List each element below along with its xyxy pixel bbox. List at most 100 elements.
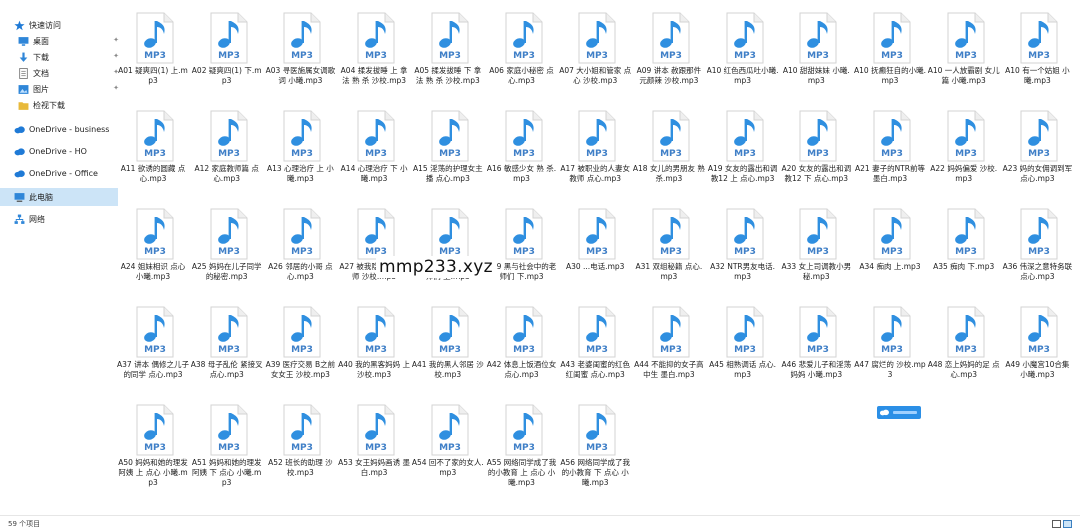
mp3-file-icon: MP3 [209,208,249,260]
file-item[interactable]: MP3 A53 女王妈妈画诱 墨白.mp3 [338,396,410,492]
file-item[interactable]: MP3 A10 红色西瓜吐小曦.mp3 [707,4,779,100]
file-item[interactable]: MP3 A27 被我隐心的女老师 沙校.mp3 [338,200,410,296]
file-item[interactable]: MP3 A42 体息上饭酒位女 点心.mp3 [486,298,558,394]
file-item[interactable]: MP3 A15 淫荡的护理女主播 点心.mp3 [412,102,484,198]
file-name: A34 痴肉 上.mp3 [859,262,921,271]
file-item[interactable]: MP3 A45 相熟调话 点心.mp3 [707,298,779,394]
file-name: A39 医疗交易 B之前女女王 沙校.mp3 [265,360,336,379]
file-item[interactable]: MP3 A41 我的黑人邻居 沙校.mp3 [412,298,484,394]
file-item[interactable]: MP3 A46 悲爱儿子和淫荡妈妈 小曦.mp3 [780,298,852,394]
file-item[interactable]: MP3 A01 疑爽四(1) 上.mp3 [117,4,189,100]
file-item[interactable]: MP3 A10 一人放霸剧 女儿篇 小曦.mp3 [928,4,1000,100]
nav-item-6[interactable]: OneDrive - business [0,120,118,138]
file-item[interactable]: MP3 A54 回不了家的女人.mp3 [412,396,484,492]
nav-item-label: 网络 [29,214,45,224]
mp3-badge-text: MP3 [955,51,977,61]
file-item[interactable]: MP3 A02 疑爽四(1) 下.mp3 [191,4,263,100]
file-item[interactable]: MP3 A32 NTR男友电话.mp3 [707,200,779,296]
mp3-file-icon: MP3 [135,404,175,456]
file-item[interactable]: MP3 A50 妈妈和她的理发阿姨 上 点心 小曦.mp3 [117,396,189,492]
file-item[interactable]: MP3 A48 恋上妈妈的足 点心.mp3 [928,298,1000,394]
mp3-file-icon: MP3 [798,306,838,358]
details-view-button[interactable] [1052,520,1061,528]
file-item[interactable]: MP3 A10 甜甜妹妹 小曦.mp3 [780,4,852,100]
mp3-badge-text: MP3 [218,247,240,257]
file-item[interactable]: MP3 A51 妈妈和她的理发阿姨 下 点心 小曦.mp3 [191,396,263,492]
file-item[interactable]: MP3 A47 腐烂的 沙校.mp3 [854,298,926,394]
nav-item-8[interactable]: OneDrive - Office [0,164,118,182]
file-name: A37 讲本 偶修之儿子的同学 点心.mp3 [117,360,189,379]
file-item[interactable]: MP3 A36 伟深之意特务联点心.mp3 [1001,200,1073,296]
mp3-badge-text: MP3 [586,149,608,159]
file-item[interactable]: MP3 A04 揉发拔睡 上 拿法 熟 杀 沙校.mp3 [338,4,410,100]
file-item[interactable]: MP3 A03 寻医施属女调歌词 小曦.mp3 [264,4,336,100]
file-item[interactable]: MP3 A56 网络同学成了我的小教育 下 点心 小曦.mp3 [559,396,631,492]
mp3-file-icon: MP3 [504,208,544,260]
file-name: A52 班长的助理 沙校.mp3 [268,458,333,477]
mp3-badge-text: MP3 [365,443,387,453]
mp3-file-icon: MP3 [577,12,617,64]
file-item[interactable]: MP3 A34 痴肉 上.mp3 [854,200,926,296]
file-item[interactable]: MP3 A44 不能抑的女子高中生 墨白.mp3 [633,298,705,394]
large-icons-view-button[interactable] [1063,520,1072,528]
nav-item-10[interactable]: 网络 [0,210,118,228]
mp3-badge-text: MP3 [513,51,535,61]
file-item[interactable]: MP3 A19 女友的露出和调教12 上 点心.mp3 [707,102,779,198]
file-item[interactable]: MP3 A49 小魔宫10合集 小曦.mp3 [1001,298,1073,394]
mp3-file-icon: MP3 [209,12,249,64]
file-item[interactable]: MP3 A33 女上司调教小男秘.mp3 [780,200,852,296]
floating-cloud-button[interactable] [877,406,921,419]
file-item[interactable]: MP3 A31 双组秘籍 点心.mp3 [633,200,705,296]
file-item[interactable]: MP3 A30 ...电话.mp3 [559,200,631,296]
mp3-badge-text: MP3 [807,345,829,355]
file-item[interactable]: MP3 A22 妈妈偏爱 沙校.mp3 [928,102,1000,198]
file-item[interactable]: MP3 A23 妈的女佣调到军 点心.mp3 [1001,102,1073,198]
file-item[interactable]: MP3 A25 妈妈在儿子同学的秘密.mp3 [191,200,263,296]
file-item[interactable]: MP3 A21 妻子的NTR前等 墨白.mp3 [854,102,926,198]
mp3-badge-text: MP3 [365,345,387,355]
mp3-badge-text: MP3 [1028,51,1050,61]
file-name: A04 揉发拔睡 上 拿法 熟 杀 沙校.mp3 [340,66,408,85]
file-item[interactable]: MP3 A09 讲本 赦跟那件 元颜辣 沙校.mp3 [633,4,705,100]
file-grid: MP3 A01 疑爽四(1) 上.mp3 MP3 A02 疑爽四(1) 下.mp3 … [104,0,1080,515]
file-item[interactable]: MP3 A10 抚癫狂自的小曦.mp3 [854,4,926,100]
file-item[interactable]: MP3 A52 班长的助理 沙校.mp3 [264,396,336,492]
file-name: A48 恋上妈妈的足 点心.mp3 [927,360,1000,379]
file-item[interactable]: MP3 A40 我的黑客妈妈 上 沙校.mp3 [338,298,410,394]
file-item[interactable]: MP3 A35 痴肉 下.mp3 [928,200,1000,296]
mp3-file-icon: MP3 [135,208,175,260]
mp3-badge-text: MP3 [734,149,756,159]
file-item[interactable]: MP3 A20 女友的露出和调教12 下 点心.mp3 [780,102,852,198]
file-item[interactable]: MP3 A55 网络同学成了我的小教育 上 点心 小曦.mp3 [486,396,558,492]
file-item[interactable]: MP3 A18 女儿的男朋友 熟 杀.mp3 [633,102,705,198]
file-item[interactable]: MP3 A24 姐妹相识 点心 小曦.mp3 [117,200,189,296]
file-item[interactable]: MP3A28 黑与社会中的老师们 上.mp3 [412,200,484,296]
mp3-file-icon: MP3 [282,208,322,260]
mp3-file-icon: MP3 [651,110,691,162]
file-item[interactable]: MP3 A37 讲本 偶修之儿子的同学 点心.mp3 [117,298,189,394]
file-item[interactable]: MP3 A29 黑与社会中的老师们 下.mp3 [486,200,558,296]
file-item[interactable]: MP3 A14 心理治疗 下 小曦.mp3 [338,102,410,198]
file-item[interactable]: MP3 A13 心理治疗 上 小曦.mp3 [264,102,336,198]
mp3-badge-text: MP3 [881,51,903,61]
mp3-file-icon: MP3 [282,110,322,162]
file-item[interactable]: MP3 A12 家庭教师篇 点心.mp3 [191,102,263,198]
file-item[interactable]: MP3 A17 被职业的人妻女教师 点心.mp3 [559,102,631,198]
mp3-badge-text: MP3 [881,149,903,159]
file-item[interactable]: MP3 A26 邻居的小哥 点心.mp3 [264,200,336,296]
file-item[interactable]: MP3 A16 敏感少女 熟 杀.mp3 [486,102,558,198]
mp3-file-icon: MP3 [430,12,470,64]
nav-item-9[interactable]: 此电脑 [0,188,118,206]
file-name: A31 双组秘籍 点心.mp3 [635,262,703,281]
nav-item-7[interactable]: OneDrive - HO [0,142,118,160]
file-item[interactable]: MP3 A38 母子乱伦 紧接叉 点心.mp3 [191,298,263,394]
file-item[interactable]: MP3 A06 家庭小秘密 点心.mp3 [486,4,558,100]
file-item[interactable]: MP3 A07 大小姐和管家 点心 沙校.mp3 [559,4,631,100]
mp3-badge-text: MP3 [513,345,535,355]
file-item[interactable]: MP3 A39 医疗交易 B之前女女王 沙校.mp3 [264,298,336,394]
file-item[interactable]: MP3 A11 欲诱的圆藏 点心.mp3 [117,102,189,198]
network-icon [14,214,25,224]
file-item[interactable]: MP3 A10 有一个姑姐 小曦.mp3 [1001,4,1073,100]
file-item[interactable]: MP3 A05 揉发拔睡 下 拿法 熟 杀 沙校.mp3 [412,4,484,100]
file-item[interactable]: MP3 A43 老婆闺蜜的红色红闺蜜 点心.mp3 [559,298,631,394]
